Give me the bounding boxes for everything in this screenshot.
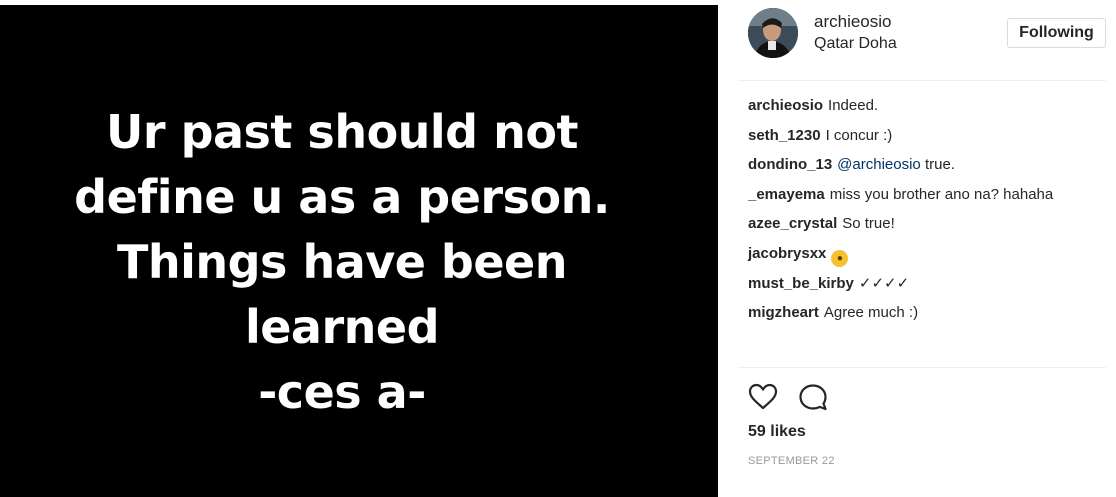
comment-username[interactable]: archieosio: [748, 97, 823, 114]
comment-text: ✓✓✓✓: [858, 274, 910, 292]
comment-text: I concur :): [825, 126, 893, 144]
comment-text: miss you brother ano na? hahaha: [829, 185, 1054, 203]
post-header: archieosio Qatar Doha Following: [718, 0, 1116, 80]
comment-text: Agree much :): [823, 304, 919, 322]
comment-username[interactable]: migzheart: [748, 304, 819, 321]
comment-username[interactable]: _emayema: [748, 186, 825, 203]
location[interactable]: Qatar Doha: [814, 35, 897, 53]
quote-line: define u as a person.: [74, 170, 610, 224]
post-sidebar: archieosio Qatar Doha Following archieos…: [718, 0, 1116, 497]
action-bar: [748, 382, 868, 412]
comment-text: So true!: [842, 215, 895, 233]
comment-text: Indeed.: [828, 97, 879, 114]
post-date[interactable]: SEPTEMBER 22: [748, 455, 835, 467]
comment-icon[interactable]: [798, 382, 828, 412]
comment-mention[interactable]: @archieosio: [837, 156, 921, 173]
comment-username[interactable]: azee_crystal: [748, 215, 837, 232]
avatar[interactable]: [748, 8, 798, 58]
comment-username[interactable]: jacobrysxx: [748, 245, 826, 262]
comment-text: true.: [920, 156, 955, 174]
divider: [738, 80, 1106, 81]
like-count[interactable]: 59 likes: [748, 423, 806, 441]
post-image[interactable]: Ur past should not define u as a person.…: [0, 0, 718, 497]
quote-text: Ur past should not define u as a person.…: [0, 100, 684, 425]
comment: jacobrysxx ●: [748, 244, 1108, 274]
comment: seth_1230 I concur :): [748, 126, 1108, 156]
comment-username[interactable]: must_be_kirby: [748, 275, 854, 292]
username[interactable]: archieosio: [814, 12, 892, 32]
divider: [738, 367, 1106, 368]
comment-username[interactable]: dondino_13: [748, 156, 832, 173]
comment: dondino_13 @archieosio true.: [748, 155, 1108, 185]
comment-username[interactable]: seth_1230: [748, 127, 821, 144]
avatar-image: [748, 8, 798, 58]
comment-list: archieosio Indeed. seth_1230 I concur :) d…: [748, 96, 1108, 333]
heart-icon[interactable]: [748, 382, 778, 412]
quote-line: Ur past should not: [106, 105, 578, 159]
quote-line: Things have been: [116, 235, 568, 289]
comment: archieosio Indeed.: [748, 96, 1108, 126]
comment: must_be_kirby ✓✓✓✓: [748, 274, 1108, 304]
quote-line: learned: [244, 300, 440, 354]
comment: azee_crystal So true!: [748, 214, 1108, 244]
comment: _emayema miss you brother ano na? hahaha: [748, 185, 1108, 215]
following-button[interactable]: Following: [1007, 18, 1106, 48]
quote-line: -ces a-: [258, 365, 426, 419]
scream-emoji-icon: ●: [831, 249, 849, 267]
comment: migzheart Agree much :): [748, 303, 1108, 333]
image-top-edge: [0, 0, 718, 5]
